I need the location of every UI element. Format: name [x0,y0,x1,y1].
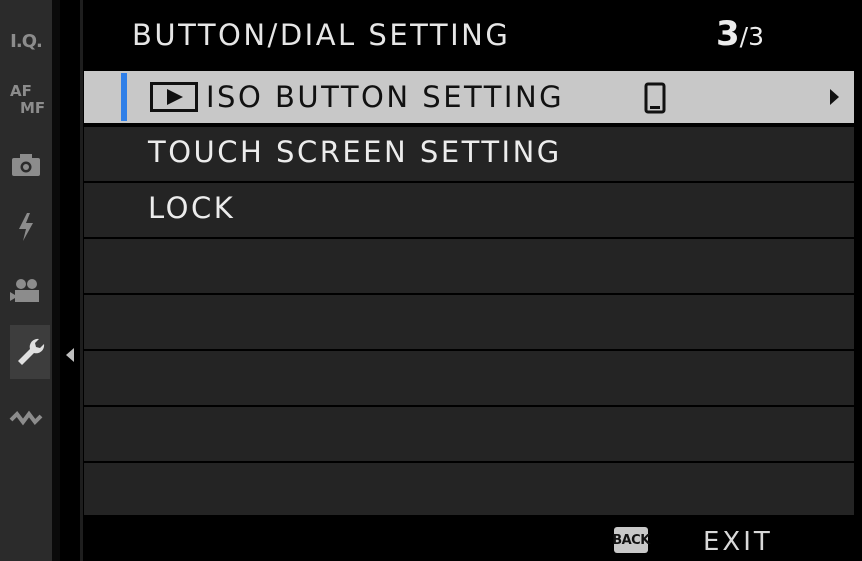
page-title: BUTTON/DIAL SETTING [132,18,511,52]
af-mf-icon: AF MF [10,82,45,117]
image-quality-icon: I.Q. [10,30,43,52]
selection-indicator [121,73,127,121]
menu-item-label: TOUCH SCREEN SETTING [148,135,562,169]
page-total: 3 [748,22,765,51]
menu-item-empty [84,407,854,461]
flash-icon [19,213,33,241]
menu-item-empty [84,463,854,515]
svg-text:MF: MF [20,99,45,117]
camera-icon [12,154,40,176]
sidebar-item-setup[interactable] [10,325,50,379]
sidebar-item-image-quality[interactable]: I.Q. [0,14,52,68]
page-separator: / [739,22,749,51]
menu-item-touch-screen-setting[interactable]: TOUCH SCREEN SETTING [84,127,854,181]
menu-item-empty [84,239,854,293]
svg-text:AF: AF [10,82,32,100]
connection-icon [9,410,43,426]
back-button-icon[interactable]: BACK [612,527,650,553]
chevron-right-icon [830,89,839,105]
content-divider [80,0,83,561]
menu-item-empty [84,295,854,349]
menu-item-lock[interactable]: LOCK [84,183,854,237]
page-indicator: 3/3 [716,14,764,54]
playback-icon [150,82,198,112]
settings-menu: ISO BUTTON SETTING TOUCH SCREEN SETTING … [84,71,854,517]
smartphone-icon [644,82,666,114]
footer-bar: BACK EXIT [84,519,862,561]
menu-item-empty [84,351,854,405]
wrench-icon [18,338,45,365]
category-sidebar: I.Q. AF MF [0,0,52,561]
sidebar-divider [52,0,60,561]
menu-item-label: LOCK [148,191,236,225]
sidebar-item-flash[interactable] [0,200,52,254]
sidebar-item-af-mf[interactable]: AF MF [0,72,52,126]
menu-item-iso-button-setting[interactable]: ISO BUTTON SETTING [84,71,854,123]
sidebar-item-shooting[interactable] [0,138,52,192]
sidebar-item-movie[interactable] [0,264,52,318]
page-current: 3 [716,14,740,54]
sidebar-item-connection[interactable] [0,392,52,446]
sidebar-caret-left-icon [64,345,76,365]
menu-item-label: ISO BUTTON SETTING [206,80,565,114]
exit-label: EXIT [703,527,773,557]
movie-icon [10,279,39,302]
